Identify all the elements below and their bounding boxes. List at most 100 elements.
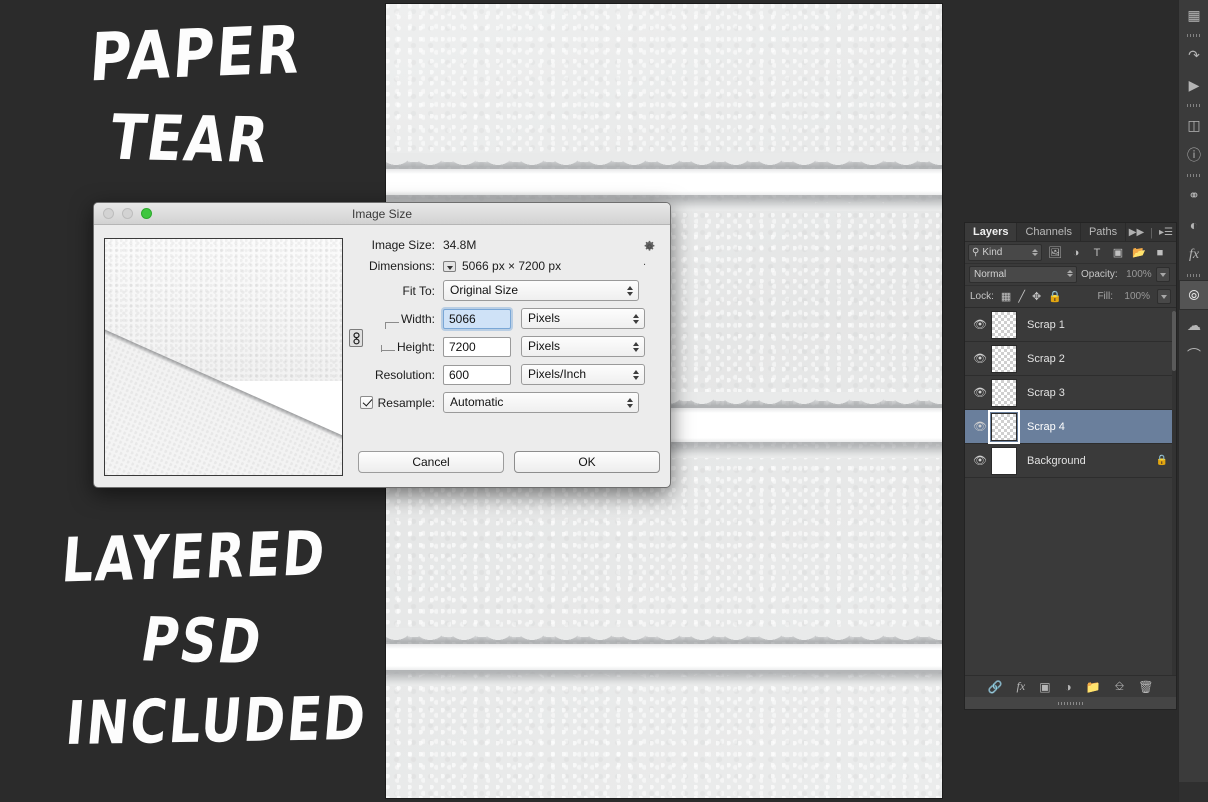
layer-locked-icon: 🔒: [1155, 455, 1168, 466]
panel-menu-icon[interactable]: ▸☰: [1159, 227, 1173, 238]
height-label: Height:: [357, 340, 443, 354]
lock-position-icon[interactable]: ✥: [1032, 290, 1041, 303]
ok-button[interactable]: OK: [514, 451, 660, 473]
fill-label: Fill:: [1097, 291, 1113, 302]
zoom-button[interactable]: [141, 208, 152, 219]
paper-tear-strip-1: [386, 148, 942, 217]
height-input[interactable]: 7200: [443, 336, 511, 357]
layer-row-scrap-2[interactable]: 👁 Scrap 2: [965, 342, 1176, 376]
row-fit-to: Fit To: Original Size: [357, 280, 660, 301]
layer-name[interactable]: Scrap 4: [1027, 421, 1176, 433]
resample-checkbox[interactable]: [359, 396, 373, 409]
new-layer-icon[interactable]: ⎒: [1115, 679, 1124, 694]
chain-link-icon[interactable]: [349, 329, 363, 347]
chevron-updown-icon: [633, 369, 639, 380]
filter-toggle-icon[interactable]: ■: [1152, 245, 1168, 261]
layer-name[interactable]: Background: [1027, 455, 1156, 467]
eye-icon[interactable]: 👁: [969, 454, 991, 467]
resample-select[interactable]: Automatic: [443, 392, 639, 413]
layer-name[interactable]: Scrap 3: [1027, 387, 1176, 399]
creative-cloud-libraries-icon[interactable]: ⚭: [1179, 180, 1208, 210]
tab-layers[interactable]: Layers: [965, 223, 1018, 241]
scrollbar-thumb[interactable]: [1172, 311, 1176, 371]
actions-play-icon[interactable]: ▶: [1179, 70, 1208, 100]
history-icon[interactable]: ↷: [1179, 40, 1208, 70]
smart-object-filter-icon[interactable]: 📂: [1131, 245, 1147, 261]
layers-panel[interactable]: Layers Channels Paths ▶▶ | ▸☰ ⚲ Kind 🖼 ◑…: [964, 222, 1177, 710]
dimensions-units-dropdown-icon[interactable]: [443, 260, 456, 272]
layer-name[interactable]: Scrap 2: [1027, 353, 1176, 365]
tab-paths[interactable]: Paths: [1081, 223, 1127, 241]
link-layers-icon[interactable]: 🔗: [988, 680, 1003, 694]
adjustments-icon[interactable]: ◐: [1179, 210, 1208, 240]
gear-icon[interactable]: .: [643, 240, 656, 268]
channels-icon[interactable]: ☁: [1179, 310, 1208, 340]
dialog-title-bar[interactable]: Image Size: [94, 203, 670, 225]
properties-icon[interactable]: ◫: [1179, 110, 1208, 140]
lock-label: Lock:: [970, 291, 994, 302]
filter-kind-label: Kind: [982, 247, 1003, 258]
eye-icon[interactable]: 👁: [969, 420, 991, 433]
type-layer-filter-icon[interactable]: T: [1089, 245, 1105, 261]
lock-transparent-pixels-icon[interactable]: ▦: [1001, 290, 1011, 303]
resolution-unit-select[interactable]: Pixels/Inch: [521, 364, 645, 385]
pixel-layer-filter-icon[interactable]: 🖼: [1047, 245, 1063, 261]
delete-layer-icon[interactable]: 🗑: [1138, 680, 1153, 694]
width-unit-select[interactable]: Pixels: [521, 308, 645, 329]
resolution-input[interactable]: 600: [443, 364, 511, 385]
minimize-button[interactable]: [122, 208, 133, 219]
double-chevron-right-icon[interactable]: ▶▶: [1129, 227, 1144, 238]
filter-kind-select[interactable]: ⚲ Kind: [968, 244, 1042, 261]
row-height: Height: 7200 Pixels: [357, 336, 660, 357]
new-group-icon[interactable]: 📁: [1086, 680, 1101, 694]
layers-scrollbar[interactable]: [1172, 311, 1176, 675]
adjustment-layer-filter-icon[interactable]: ◑: [1068, 245, 1084, 261]
tear-edge-upper-1: [386, 153, 942, 170]
panel-tab-bar: Layers Channels Paths ▶▶ | ▸☰: [965, 223, 1176, 242]
image-size-dialog[interactable]: Image Size . Image Size: 34.8M Dimension…: [93, 202, 671, 488]
opacity-value[interactable]: 100%: [1122, 269, 1152, 280]
cancel-button[interactable]: Cancel: [358, 451, 504, 473]
width-input[interactable]: 5066: [443, 308, 511, 329]
info-icon[interactable]: ⓘ: [1179, 140, 1208, 170]
fit-to-select[interactable]: Original Size: [443, 280, 639, 301]
eye-icon[interactable]: 👁: [969, 352, 991, 365]
shape-layer-filter-icon[interactable]: ▣: [1110, 245, 1126, 261]
lock-image-pixels-icon[interactable]: ╱: [1018, 290, 1025, 303]
layer-thumbnail[interactable]: [991, 310, 1017, 339]
new-adjustment-layer-icon[interactable]: ◑: [1065, 680, 1072, 694]
width-unit-value: Pixels: [528, 311, 561, 325]
resample-label-group: Resample:: [357, 396, 443, 410]
fill-value[interactable]: 100%: [1120, 291, 1150, 302]
image-preview[interactable]: [104, 238, 343, 476]
styles-fx-icon[interactable]: fx: [1179, 240, 1208, 270]
blend-mode-value: Normal: [974, 269, 1007, 280]
layer-thumbnail[interactable]: [991, 344, 1017, 373]
layer-thumbnail[interactable]: [991, 378, 1017, 407]
close-button[interactable]: [103, 208, 114, 219]
grid-icon[interactable]: ▦: [1179, 0, 1208, 30]
blend-mode-select[interactable]: Normal: [969, 266, 1077, 283]
layer-thumbnail[interactable]: [988, 409, 1020, 444]
layer-row-scrap-3[interactable]: 👁 Scrap 3: [965, 376, 1176, 410]
paths-icon[interactable]: ⌒: [1179, 340, 1208, 370]
layers-icon[interactable]: ⦾: [1179, 280, 1208, 310]
eye-icon[interactable]: 👁: [969, 386, 991, 399]
layers-footer-toolbar: 🔗 fx ▣ ◑ 📁 ⎒ 🗑: [965, 675, 1176, 697]
lock-all-icon[interactable]: 🔒: [1048, 290, 1062, 303]
fill-dropdown-icon[interactable]: [1157, 289, 1171, 304]
opacity-dropdown-icon[interactable]: [1155, 267, 1170, 282]
layer-thumbnail[interactable]: [991, 446, 1017, 475]
promo-text-included: INCLUDED: [62, 683, 371, 759]
layer-row-background[interactable]: 👁 Background 🔒: [965, 444, 1176, 478]
height-unit-select[interactable]: Pixels: [521, 336, 645, 357]
layer-style-fx-icon[interactable]: fx: [1017, 679, 1026, 694]
layer-name[interactable]: Scrap 1: [1027, 319, 1176, 331]
tab-channels[interactable]: Channels: [1017, 223, 1081, 241]
add-layer-mask-icon[interactable]: ▣: [1039, 680, 1050, 694]
layer-row-scrap-1[interactable]: 👁 Scrap 1: [965, 308, 1176, 342]
layer-row-scrap-4[interactable]: 👁 Scrap 4: [965, 409, 1176, 444]
eye-icon[interactable]: 👁: [969, 318, 991, 331]
panel-resize-grip[interactable]: [965, 697, 1176, 709]
promo-text-psd: PSD: [136, 604, 268, 678]
